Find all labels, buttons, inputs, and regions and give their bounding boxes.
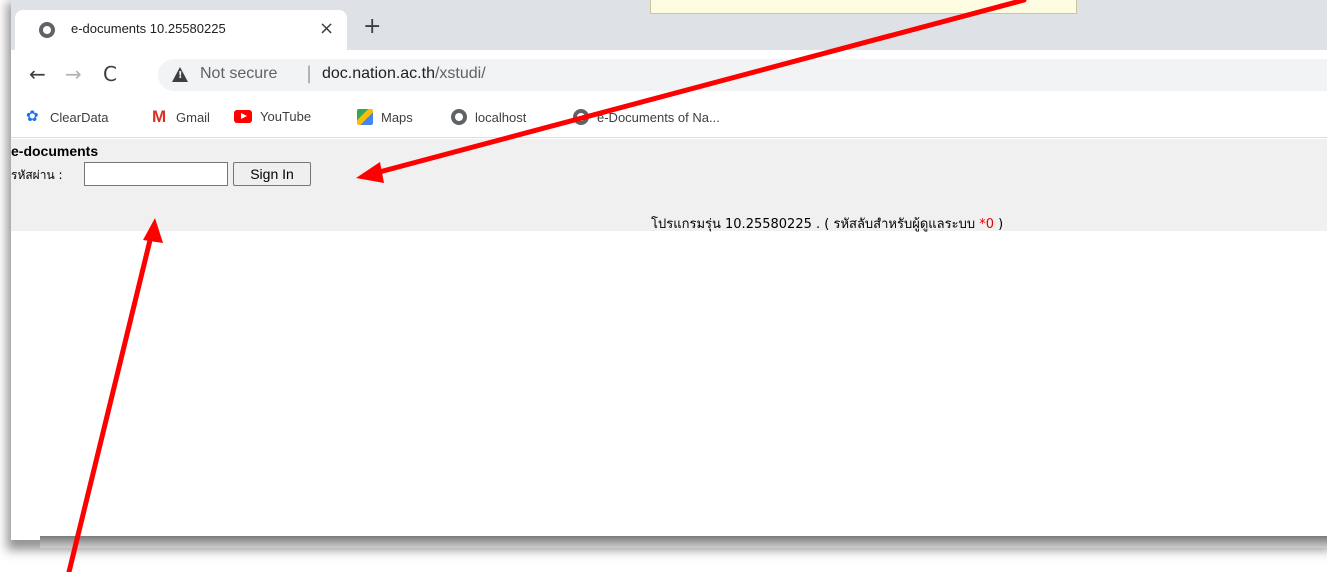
- url-host: doc.nation.ac.th: [322, 65, 435, 82]
- bookmarks-bar: ✿ ClearData M Gmail YouTube Maps localho…: [11, 100, 1327, 138]
- url-path: /xstudi/: [434, 65, 486, 82]
- page-title: e-documents: [11, 143, 99, 159]
- back-arrow-icon[interactable]: ←: [29, 62, 46, 86]
- bookmark-youtube[interactable]: YouTube: [234, 109, 311, 124]
- version-suffix: ): [994, 217, 1004, 232]
- url-text[interactable]: doc.nation.ac.th/xstudi/: [322, 65, 486, 83]
- version-text: โปรแกรมรุ่น 10.25580225 . ( รหัสลับสำหรั…: [651, 217, 980, 232]
- browser-toolbar: ← → C Not secure | doc.nation.ac.th/xstu…: [11, 50, 1327, 100]
- youtube-icon: [234, 110, 252, 123]
- tab-e-documents[interactable]: e-documents 10.25580225 ×: [15, 10, 347, 50]
- new-tab-icon[interactable]: +: [363, 16, 381, 38]
- bookmark-label: ClearData: [50, 109, 109, 125]
- window-shadow: [40, 536, 1327, 548]
- forward-arrow-icon[interactable]: →: [65, 62, 82, 86]
- browser-window: e-documents 10.25580225 × + ← → C Not se…: [11, 0, 1327, 540]
- bookmark-maps[interactable]: Maps: [357, 109, 413, 125]
- bookmark-label: YouTube: [260, 109, 312, 124]
- tab-title: e-documents 10.25580225: [71, 21, 226, 36]
- page-content: e-documents รหัสผ่าน : Sign In โปรแกรมรุ…: [11, 139, 1327, 234]
- bookmark-localhost[interactable]: localhost: [451, 109, 526, 125]
- tab-strip: e-documents 10.25580225 × +: [11, 0, 1327, 50]
- bookmark-label: e-Documents of Na...: [597, 109, 720, 125]
- gear-icon: ✿: [26, 108, 39, 125]
- password-input[interactable]: [84, 162, 228, 186]
- address-bar[interactable]: Not secure | doc.nation.ac.th/xstudi/: [158, 59, 1327, 91]
- version-info: โปรแกรมรุ่น 10.25580225 . ( รหัสลับสำหรั…: [651, 213, 1003, 234]
- globe-icon: [451, 109, 467, 125]
- url-separator: |: [306, 63, 313, 84]
- globe-icon: [573, 109, 589, 125]
- tooltip-edge: [650, 0, 1077, 14]
- bookmark-label: Gmail: [176, 109, 210, 125]
- security-label[interactable]: Not secure: [200, 65, 277, 83]
- bookmark-cleardata[interactable]: ✿ ClearData: [26, 109, 109, 125]
- reload-icon[interactable]: C: [103, 62, 117, 86]
- bookmark-label: localhost: [475, 109, 527, 125]
- password-label: รหัสผ่าน :: [11, 168, 63, 182]
- bookmark-label: Maps: [381, 109, 413, 125]
- bookmark-e-documents[interactable]: e-Documents of Na...: [573, 109, 720, 125]
- gmail-icon: M: [152, 107, 167, 126]
- bookmark-gmail[interactable]: M Gmail: [152, 107, 210, 126]
- sign-in-button[interactable]: Sign In: [233, 162, 311, 186]
- admin-code: *0: [979, 217, 994, 232]
- warning-icon[interactable]: [172, 67, 188, 82]
- globe-icon: [39, 22, 55, 38]
- maps-icon: [357, 109, 373, 125]
- close-icon[interactable]: ×: [319, 18, 334, 40]
